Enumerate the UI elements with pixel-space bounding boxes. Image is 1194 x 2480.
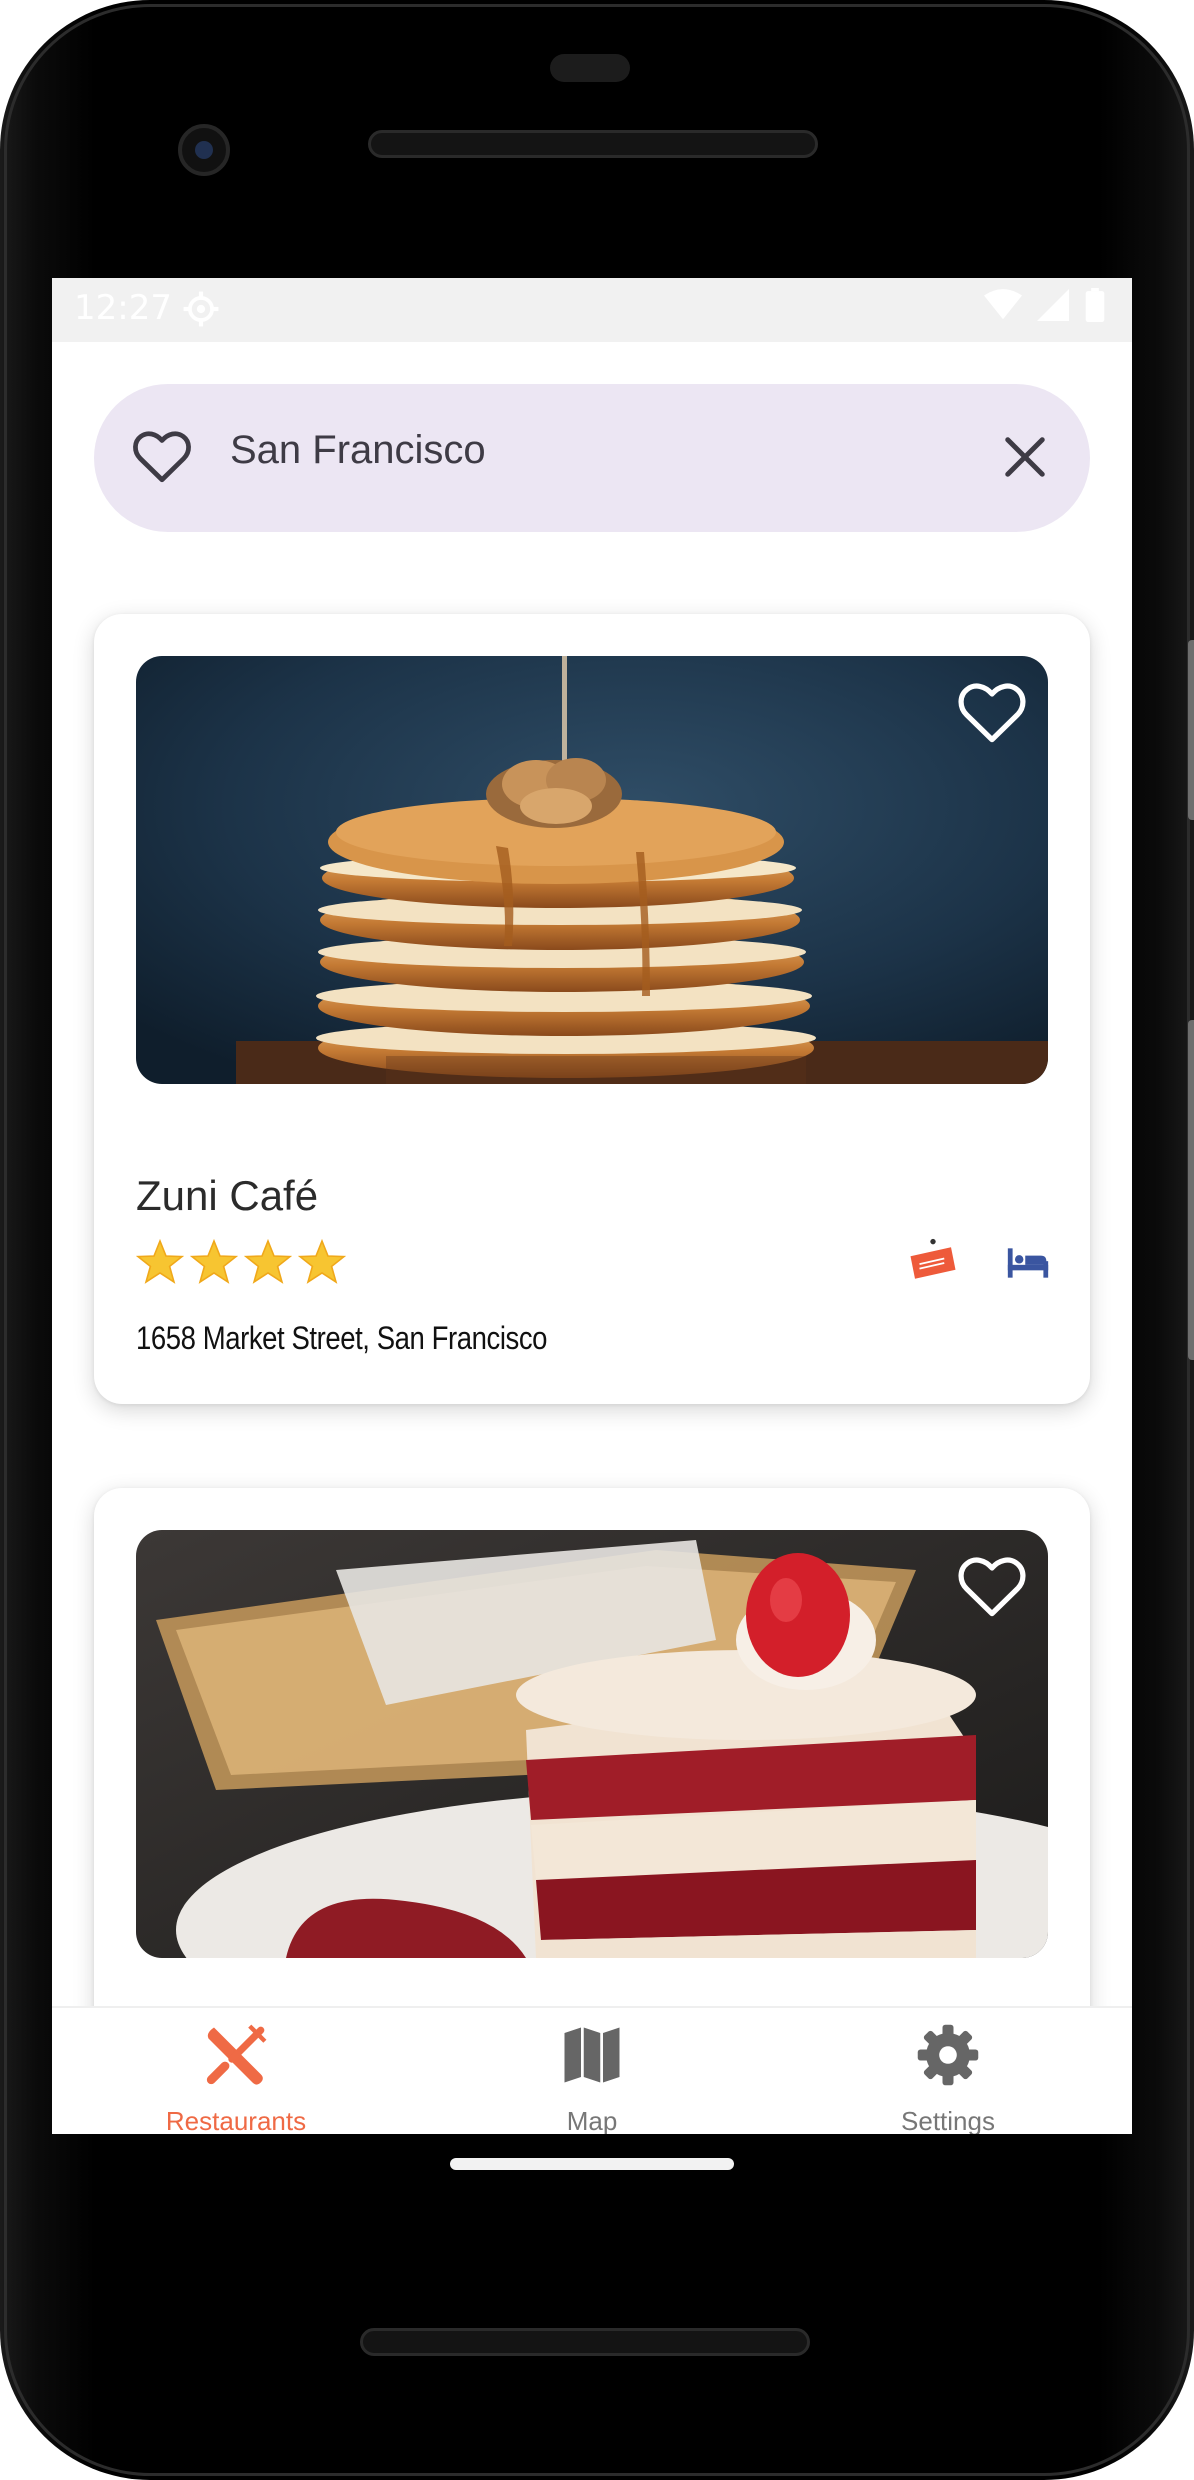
- proximity-sensor: [550, 54, 630, 82]
- gesture-handle[interactable]: [450, 2158, 734, 2170]
- bed-icon: [1007, 1248, 1049, 1278]
- power-button: [1188, 640, 1194, 820]
- phone-frame: 12:27 San Francisco Zuni Café 1658 Marke…: [0, 0, 1194, 2480]
- search-input[interactable]: San Francisco: [230, 428, 486, 473]
- battery-icon: [1085, 288, 1105, 322]
- rating-stars: [136, 1238, 346, 1286]
- nav-label: Map: [566, 2106, 618, 2134]
- bottom-speaker: [360, 2328, 810, 2356]
- restaurant-photo[interactable]: [136, 1530, 1048, 1958]
- star-icon: [190, 1238, 238, 1284]
- top-speaker: [368, 130, 818, 158]
- star-icon: [244, 1238, 292, 1284]
- restaurant-card[interactable]: Zuni Café 1658 Market Street, San Franci…: [94, 614, 1090, 1404]
- status-bar: 12:27: [52, 278, 1132, 342]
- front-camera: [178, 124, 230, 176]
- open-sign-icon: [910, 1238, 956, 1279]
- nav-label: Settings: [901, 2106, 995, 2134]
- status-time: 12:27: [74, 288, 172, 328]
- favorite-heart-icon[interactable]: [956, 1554, 1028, 1618]
- status-icons: [984, 288, 1106, 322]
- red-velvet-cake-photo: [136, 1530, 1048, 1958]
- bottom-navigation: Restaurants Map Settings: [52, 2006, 1132, 2134]
- amenity-badges: [906, 1236, 1050, 1290]
- wifi-icon: [984, 289, 1022, 320]
- nav-item-map[interactable]: Map: [442, 2022, 742, 2134]
- restaurant-photo[interactable]: [136, 656, 1048, 1084]
- map-icon: [564, 2027, 620, 2083]
- heart-outline-icon[interactable]: [132, 428, 192, 484]
- restaurant-address: 1658 Market Street, San Francisco: [136, 1320, 548, 1356]
- restaurant-name: Zuni Café: [136, 1172, 319, 1219]
- pancakes-photo: [136, 656, 1048, 1084]
- fork-knife-icon: [206, 2024, 267, 2085]
- volume-button: [1188, 1020, 1194, 1360]
- star-icon: [298, 1238, 346, 1284]
- close-icon[interactable]: [1002, 434, 1048, 480]
- app-screen: 12:27 San Francisco Zuni Café 1658 Marke…: [52, 278, 1132, 2134]
- settings-icon: [183, 291, 219, 327]
- star-icon: [136, 1238, 184, 1284]
- nav-item-settings[interactable]: Settings: [798, 2022, 1098, 2134]
- favorite-heart-icon[interactable]: [956, 680, 1028, 744]
- search-bar[interactable]: San Francisco: [94, 384, 1090, 532]
- nav-label: Restaurants: [165, 2106, 307, 2134]
- nav-item-restaurants[interactable]: Restaurants: [86, 2022, 386, 2134]
- signal-icon: [1037, 289, 1069, 321]
- gear-icon: [917, 2024, 979, 2086]
